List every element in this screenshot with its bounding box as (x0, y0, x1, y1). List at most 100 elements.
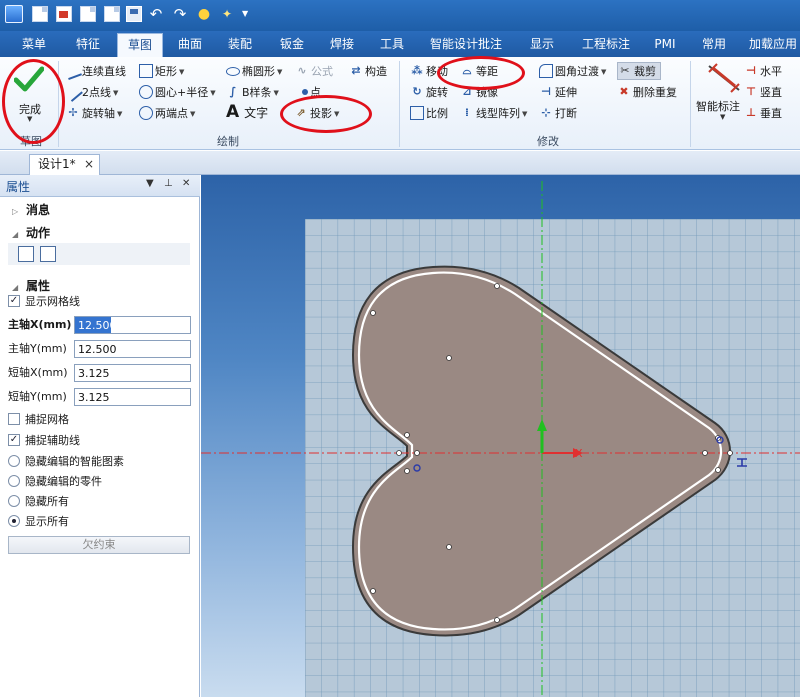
rectangle-button[interactable]: 矩形 ▼ (139, 63, 184, 81)
formula-button[interactable]: ∿ 公式 (295, 63, 333, 81)
panel-title: 属性 (6, 180, 31, 194)
trim-button[interactable]: ✂ 裁剪 (617, 62, 661, 80)
tab-load-apps[interactable]: 加载应用 (745, 31, 800, 57)
radio-icon[interactable] (8, 515, 20, 527)
smart-dimension-icon[interactable] (703, 62, 745, 96)
tab-pmi[interactable]: PMI (645, 31, 685, 57)
radio-show-all[interactable]: 显示所有 (8, 513, 69, 531)
tab-sketch[interactable]: 草图 (117, 33, 163, 57)
panel-close-icon[interactable]: ✕ (182, 178, 190, 189)
snap-grid-checkbox[interactable] (8, 413, 20, 425)
sketch-canvas[interactable]: X (201, 175, 800, 697)
quick-access-toolbar: ↶ ↷ ● ✦ ▼ (0, 0, 800, 31)
print-icon[interactable] (104, 6, 120, 22)
control-point[interactable] (727, 450, 733, 456)
rotate-axis-button[interactable]: ✢ 旋转轴 ▼ (66, 105, 122, 123)
import-icon[interactable] (80, 6, 96, 22)
text-icon: A (226, 102, 240, 122)
group-separator (690, 61, 691, 147)
rotate-button[interactable]: ↻ 旋转 (410, 84, 448, 102)
perpendicular-dim-button[interactable]: ⊥ 垂直 (744, 105, 782, 123)
control-point[interactable] (370, 310, 376, 316)
control-point[interactable] (494, 617, 500, 623)
tab-surface[interactable]: 曲面 (168, 31, 212, 57)
control-point[interactable] (396, 450, 402, 456)
document-tab[interactable]: 设计1* × (29, 154, 100, 175)
extend-button[interactable]: ⊣ 延伸 (539, 84, 577, 102)
dropdown-icon[interactable]: ▼ (242, 6, 258, 22)
snap-grid-row[interactable]: 捕捉网格 (8, 411, 69, 429)
center-radius-button[interactable]: 圆心+半径 ▼ (139, 84, 216, 102)
sketch-viewport[interactable]: X (201, 175, 800, 697)
move-icon: ⁂ (411, 64, 423, 77)
text-button[interactable]: A 文字 (226, 103, 268, 121)
panel-menu-icon[interactable]: ▼ (146, 178, 154, 189)
tab-sheet-metal[interactable]: 钣金 (270, 31, 314, 57)
show-grid-checkbox[interactable]: ✓ (8, 295, 20, 307)
horizontal-dim-button[interactable]: ⊣ 水平 (744, 63, 782, 81)
continuous-line-button[interactable]: 连续直线 (64, 62, 126, 81)
tab-common[interactable]: 常用 (694, 31, 734, 57)
undo-icon[interactable]: ↶ (148, 6, 164, 22)
break-button[interactable]: ⊹ 打断 (539, 105, 577, 123)
radio-hide-smart[interactable]: 隐藏编辑的智能图素 (8, 453, 124, 471)
radio-icon[interactable] (8, 455, 20, 467)
control-point[interactable] (404, 468, 410, 474)
tab-tools[interactable]: 工具 (370, 31, 414, 57)
lightbulb-icon[interactable]: ● (196, 6, 212, 22)
control-point[interactable] (446, 355, 452, 361)
delete-duplicates-button[interactable]: ✖ 删除重复 (617, 84, 677, 102)
tab-display[interactable]: 显示 (520, 31, 564, 57)
tab-features[interactable]: 特征 (66, 31, 110, 57)
control-point[interactable] (370, 588, 376, 594)
formula-icon: ∿ (297, 64, 307, 77)
two-end-points-button[interactable]: 两端点 ▼ (139, 105, 195, 123)
control-point[interactable] (446, 544, 452, 550)
smart-select-icon[interactable]: ✦ (219, 6, 235, 22)
redo-icon[interactable]: ↷ (172, 6, 188, 22)
pin-icon[interactable]: ⊥ (164, 178, 173, 189)
b-spline-button[interactable]: ∫ B样条 ▼ (226, 84, 279, 102)
control-point[interactable] (494, 283, 500, 289)
fillet-button[interactable]: 圆角过渡 ▼ (539, 63, 606, 81)
radio-hide-part[interactable]: 隐藏编辑的零件 (8, 473, 102, 491)
edit-action-icon[interactable] (18, 246, 34, 262)
linear-array-button[interactable]: ⁞ 线型阵列 ▼ (460, 105, 527, 123)
two-point-line-button[interactable]: 2点线 ▼ (63, 82, 118, 102)
minor-y-input[interactable] (74, 388, 191, 406)
tab-engineering-annotation[interactable]: 工程标注 (575, 31, 637, 57)
minor-y-row: 短轴Y(mm) (8, 387, 192, 407)
app-logo-icon[interactable] (5, 5, 23, 23)
control-point[interactable] (414, 450, 420, 456)
ellipse-button[interactable]: 椭圆形 ▼ (226, 63, 282, 81)
snap-aux-row[interactable]: ✓ 捕捉辅助线 (8, 432, 80, 450)
major-x-input[interactable] (74, 316, 191, 334)
control-point[interactable] (404, 432, 410, 438)
scale-button[interactable]: 比例 (410, 105, 448, 123)
show-grid-row[interactable]: ✓ 显示网格线 (8, 293, 80, 311)
control-point[interactable] (702, 450, 708, 456)
radio-icon[interactable] (8, 475, 20, 487)
tab-smart-design-annotation[interactable]: 智能设计批注 (423, 31, 509, 57)
major-y-input[interactable] (74, 340, 191, 358)
construct-button[interactable]: ⇄ 构造 (349, 63, 387, 81)
minor-x-input[interactable] (74, 364, 191, 382)
section-messages[interactable]: ▷ 消息 (0, 200, 200, 220)
under-constrained-button[interactable]: 欠约束 (8, 536, 190, 554)
snap-aux-checkbox[interactable]: ✓ (8, 434, 20, 446)
close-icon[interactable]: × (84, 155, 94, 174)
smart-dimension-dropdown-icon[interactable]: ▼ (720, 113, 725, 121)
tab-assembly[interactable]: 装配 (218, 31, 262, 57)
vertical-dim-button[interactable]: ⊤ 竖直 (744, 84, 782, 102)
save-icon[interactable] (126, 6, 142, 22)
smart-dimension-button[interactable]: 智能标注 (696, 98, 740, 114)
new-file-icon[interactable] (32, 6, 48, 22)
section-actions[interactable]: ◢ 动作 (0, 223, 200, 243)
radio-hide-all[interactable]: 隐藏所有 (8, 493, 69, 511)
open-file-icon[interactable] (56, 6, 72, 22)
control-point[interactable] (715, 467, 721, 473)
tab-menu[interactable]: 菜单 (12, 31, 56, 57)
radio-icon[interactable] (8, 495, 20, 507)
table-action-icon[interactable] (40, 246, 56, 262)
tab-welding[interactable]: 焊接 (320, 31, 364, 57)
